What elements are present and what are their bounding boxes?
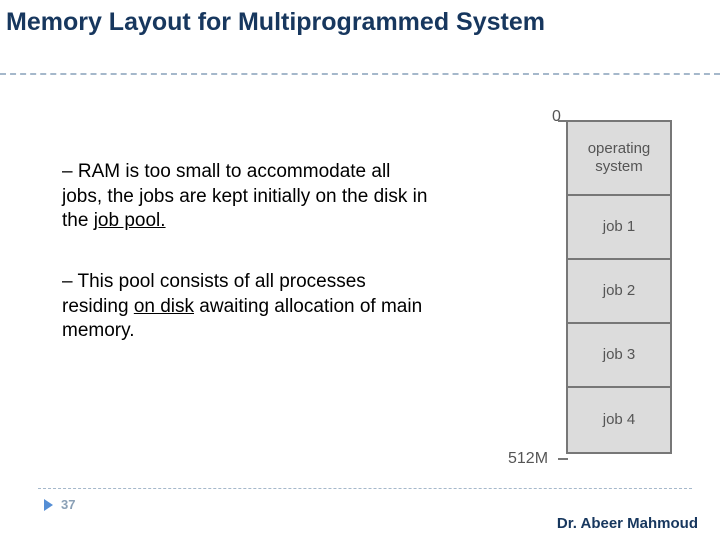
memory-cell-job1: job 1 bbox=[568, 196, 670, 260]
memory-column: operating system job 1 job 2 job 3 job 4 bbox=[566, 120, 672, 454]
memory-cell-job3: job 3 bbox=[568, 324, 670, 388]
page-marker: 37 bbox=[44, 497, 75, 512]
divider-bottom bbox=[38, 488, 692, 489]
page-number: 37 bbox=[61, 497, 75, 512]
slide: Memory Layout for Multiprogrammed System… bbox=[0, 0, 720, 540]
memory-cell-job2: job 2 bbox=[568, 260, 670, 324]
bullet-1-underlined: job pool. bbox=[94, 210, 166, 231]
footer-author: Dr. Abeer Mahmoud bbox=[557, 515, 698, 532]
memory-top-label: 0 bbox=[552, 108, 561, 126]
divider-top bbox=[0, 73, 720, 75]
memory-bottom-label: 512M bbox=[508, 450, 548, 468]
page-title: Memory Layout for Multiprogrammed System bbox=[6, 8, 545, 37]
tick-bottom bbox=[558, 458, 568, 460]
bullet-2-underlined: on disk bbox=[134, 296, 194, 317]
memory-diagram: 0 512M operating system job 1 job 2 job … bbox=[472, 108, 692, 478]
triangle-icon bbox=[44, 499, 53, 511]
bullet-2: – This pool consists of all processes re… bbox=[62, 270, 434, 344]
memory-cell-job4: job 4 bbox=[568, 388, 670, 452]
bullet-1: – RAM is too small to accommodate all jo… bbox=[62, 160, 434, 234]
memory-cell-os: operating system bbox=[568, 122, 670, 196]
